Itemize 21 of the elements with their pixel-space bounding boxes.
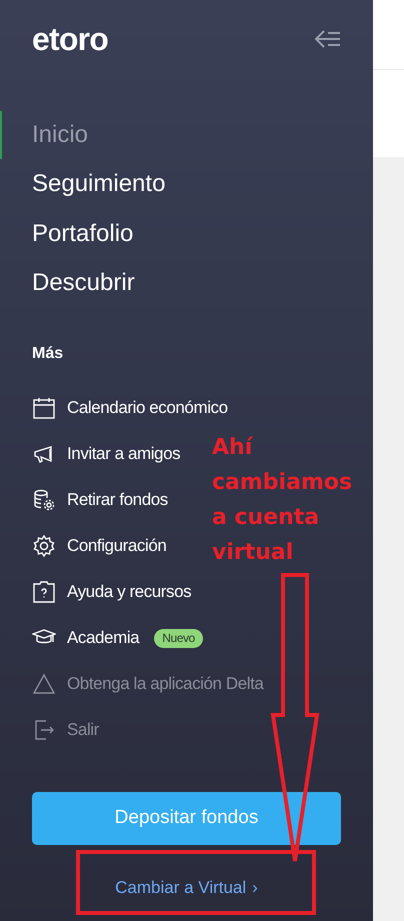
menu-item[interactable]: Configuración (32, 523, 166, 569)
triangle-icon (32, 672, 56, 696)
settings-icon (32, 534, 56, 558)
nav-link[interactable]: Seguimiento (0, 166, 166, 202)
menu-item[interactable]: Invitar a amigos (32, 431, 180, 477)
new-badge: Nuevo (154, 628, 203, 648)
menu-item[interactable]: Ayuda y recursos (32, 569, 192, 615)
help-icon (32, 580, 56, 604)
logo[interactable]: etoro (32, 23, 108, 55)
coins-icon (32, 488, 56, 512)
nav-link[interactable]: Inicio (0, 116, 88, 153)
menu-item[interactable]: Retirar fondos (32, 477, 168, 523)
nav-link[interactable]: Descubrir (0, 265, 135, 302)
collapse-icon[interactable] (315, 30, 341, 48)
menu-item[interactable]: Academia Nuevo (32, 615, 203, 661)
annotation-text: Ahí cambiamos a cuenta virtual (212, 434, 352, 567)
section-heading: Más (31, 344, 64, 364)
calendar-icon (32, 396, 56, 420)
switch-link[interactable]: Cambiar a Virtual › (115, 874, 258, 900)
menu-item[interactable]: Calendario económico (32, 385, 228, 431)
nav-link[interactable]: Portafolio (0, 216, 134, 252)
